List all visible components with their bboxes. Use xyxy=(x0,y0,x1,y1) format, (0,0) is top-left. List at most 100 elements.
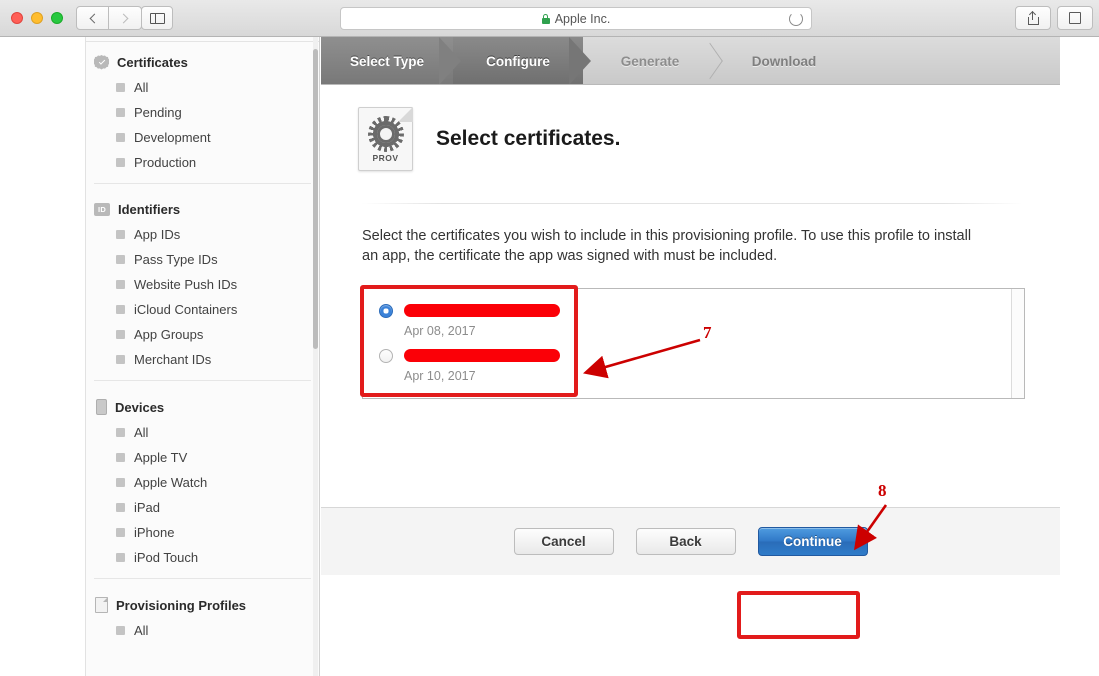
sidebar-item-label: All xyxy=(134,80,149,95)
forward-button[interactable] xyxy=(109,6,142,30)
sidebar-group-devices: Devices All Apple TV Apple Watch iPad iP… xyxy=(86,381,319,570)
sidebar-item-profiles-all[interactable]: All xyxy=(86,618,319,643)
sidebar-item-label: iPhone xyxy=(134,525,175,540)
sidebar-item-ipad[interactable]: iPad xyxy=(86,495,319,520)
step-label: Configure xyxy=(486,53,550,69)
sidebar-header-label: Identifiers xyxy=(118,202,181,217)
address-bar[interactable]: Apple Inc. xyxy=(340,7,812,30)
wizard-footer: Cancel Back Continue xyxy=(321,507,1060,575)
cancel-button[interactable]: Cancel xyxy=(513,528,614,555)
sidebar-item-label: App IDs xyxy=(134,227,181,242)
provisioning-profile-icon-label: PROV xyxy=(372,152,399,163)
sidebar-item-label: Apple TV xyxy=(134,450,188,465)
sidebar-item-ipod-touch[interactable]: iPod Touch xyxy=(86,545,319,570)
sidebar-item-merchant-ids[interactable]: Merchant IDs xyxy=(86,347,319,372)
id-badge-icon: ID xyxy=(94,203,110,216)
reload-icon[interactable] xyxy=(789,12,803,26)
chevron-left-icon xyxy=(89,13,99,23)
sidebar-item-label: Development xyxy=(134,130,211,145)
sidebar-item-certificates-all[interactable]: All xyxy=(86,75,319,100)
certificate-list-scrollbar[interactable] xyxy=(1011,289,1024,398)
sidebar-header-identifiers[interactable]: ID Identifiers xyxy=(86,197,319,222)
sidebar-item-label: Website Push IDs xyxy=(134,277,238,292)
sidebar-item-iphone[interactable]: iPhone xyxy=(86,520,319,545)
sidebar-item-label: iPod Touch xyxy=(134,550,199,565)
sidebar-item-certificates-development[interactable]: Development xyxy=(86,125,319,150)
wizard-step-breadcrumb: Select Type Configure Generate Download xyxy=(321,37,1060,85)
chevron-right-icon xyxy=(118,13,129,23)
sidebar-header-devices[interactable]: Devices xyxy=(86,394,319,420)
sidebar-group-identifiers: ID Identifiers App IDs Pass Type IDs Web… xyxy=(86,184,319,372)
main-content: Select Type Configure Generate Download xyxy=(321,37,1060,676)
sidebar-item-label: All xyxy=(134,425,149,440)
bullet-icon xyxy=(116,255,125,264)
step-arrow-1 xyxy=(439,37,461,84)
bullet-icon xyxy=(116,428,125,437)
annotation-number-8: 8 xyxy=(878,481,887,500)
bullet-icon xyxy=(116,280,125,289)
bullet-icon xyxy=(116,503,125,512)
sidebar-item-certificates-production[interactable]: Production xyxy=(86,150,319,175)
sidebar-toggle-icon xyxy=(149,12,165,24)
sidebar-item-website-push-ids[interactable]: Website Push IDs xyxy=(86,272,319,297)
step-label: Download xyxy=(751,53,817,69)
address-bar-text: Apple Inc. xyxy=(554,11,611,26)
content-header: PROV Select certificates. xyxy=(321,85,1060,171)
toolbar-right-buttons xyxy=(1015,6,1093,30)
lock-icon xyxy=(541,13,550,24)
bullet-icon xyxy=(116,133,125,142)
bullet-icon xyxy=(116,528,125,537)
step-separator-3 xyxy=(699,46,716,76)
sidebar-item-label: Merchant IDs xyxy=(134,352,212,367)
sidebar-group-provisioning-profiles: Provisioning Profiles All xyxy=(86,579,319,643)
sidebar-header-provisioning-profiles[interactable]: Provisioning Profiles xyxy=(86,592,319,618)
gear-icon xyxy=(367,115,404,152)
step-label: Select Type xyxy=(349,53,425,69)
provisioning-profile-icon: PROV xyxy=(358,107,413,171)
sidebar-item-certificates-pending[interactable]: Pending xyxy=(86,100,319,125)
sidebar-header-label: Certificates xyxy=(117,55,188,70)
sidebar-item-pass-type-ids[interactable]: Pass Type IDs xyxy=(86,247,319,272)
sidebar-header-certificates[interactable]: Certificates xyxy=(86,50,319,75)
sidebar-scrollbar-thumb[interactable] xyxy=(313,49,318,349)
annotation-highlight-continue xyxy=(737,591,860,639)
minimize-window-button[interactable] xyxy=(31,12,43,24)
certificate-list-wrapper: Apr 08, 2017 Apr 10, 2017 xyxy=(360,285,1025,399)
sidebar-toggle-button[interactable] xyxy=(141,6,173,30)
browser-toolbar: Apple Inc. xyxy=(0,0,1099,37)
web-page: Certificates All Pending Development Pro… xyxy=(0,37,1099,676)
tabs-button[interactable] xyxy=(1057,6,1093,30)
screenshot-root: Apple Inc. Certificates All Pending Deve… xyxy=(0,0,1099,676)
back-button-wizard[interactable]: Back xyxy=(635,528,736,555)
bullet-icon xyxy=(116,83,125,92)
sidebar-item-app-ids[interactable]: App IDs xyxy=(86,222,319,247)
bullet-icon xyxy=(116,626,125,635)
sidebar-item-label: App Groups xyxy=(134,327,204,342)
bullet-icon xyxy=(116,553,125,562)
step-arrow-2 xyxy=(569,37,591,84)
bullet-icon xyxy=(116,305,125,314)
step-select-type[interactable]: Select Type xyxy=(321,37,453,84)
sidebar-item-label: iPad xyxy=(134,500,161,515)
sidebar-item-apple-watch[interactable]: Apple Watch xyxy=(86,470,319,495)
back-button[interactable] xyxy=(76,6,109,30)
sidebar-group-certificates: Certificates All Pending Development Pro… xyxy=(86,37,319,175)
sidebar-item-apple-tv[interactable]: Apple TV xyxy=(86,445,319,470)
document-icon xyxy=(95,597,108,613)
sidebar-top-divider xyxy=(86,41,319,42)
share-button[interactable] xyxy=(1015,6,1051,30)
sidebar-item-devices-all[interactable]: All xyxy=(86,420,319,445)
step-configure[interactable]: Configure xyxy=(453,37,583,84)
close-window-button[interactable] xyxy=(11,12,23,24)
sidebar-item-app-groups[interactable]: App Groups xyxy=(86,322,319,347)
step-label: Generate xyxy=(620,53,680,69)
bullet-icon xyxy=(116,330,125,339)
device-icon xyxy=(96,399,107,415)
bullet-icon xyxy=(116,230,125,239)
continue-button[interactable]: Continue xyxy=(757,527,868,556)
sidebar-item-label: Pending xyxy=(134,105,182,120)
sidebar-header-label: Provisioning Profiles xyxy=(116,597,247,613)
maximize-window-button[interactable] xyxy=(51,12,63,24)
sidebar-item-icloud-containers[interactable]: iCloud Containers xyxy=(86,297,319,322)
sidebar-header-label: Devices xyxy=(115,399,165,415)
